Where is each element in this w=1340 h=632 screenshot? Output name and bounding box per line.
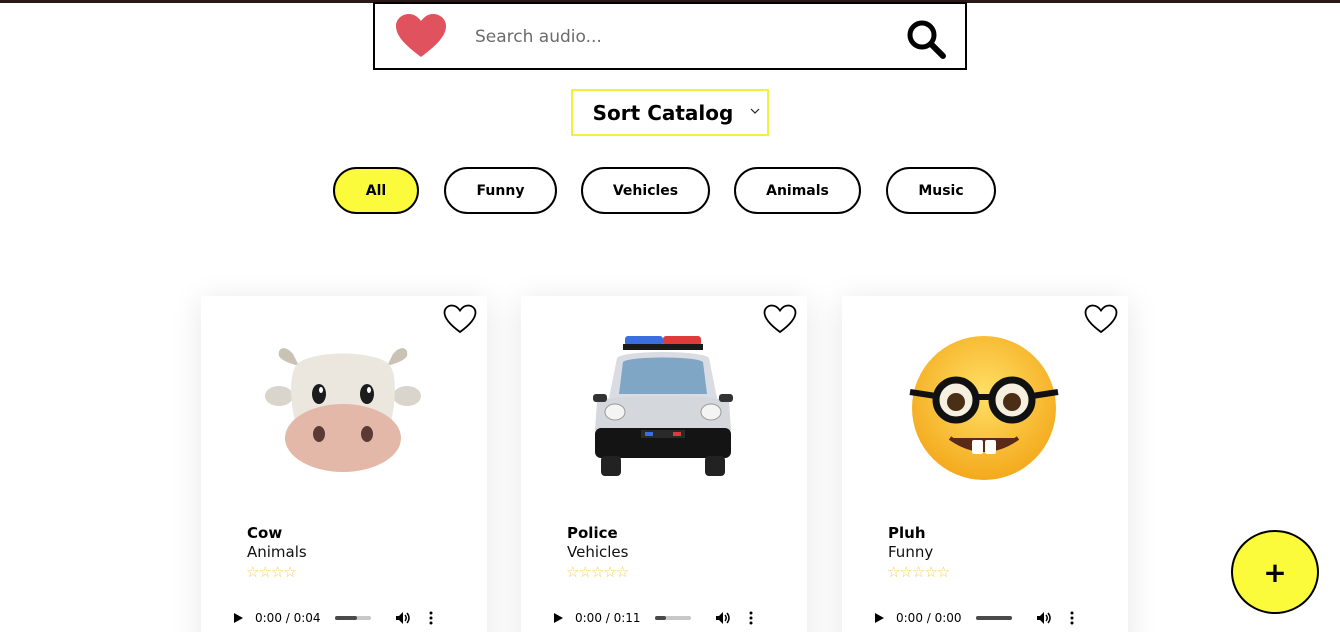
card-title: Pluh	[888, 524, 926, 542]
filter-all-label: All	[365, 182, 387, 199]
search-bar	[373, 2, 967, 70]
search-input[interactable]	[475, 22, 895, 52]
card-category: Vehicles	[567, 543, 629, 561]
filter-animals[interactable]: Animals	[734, 167, 861, 214]
nerd-face-emoji-icon	[909, 336, 1059, 480]
sort-catalog-label: Sort Catalog	[592, 100, 734, 125]
filter-animals-label: Animals	[766, 182, 829, 199]
sort-catalog-dropdown[interactable]: Sort Catalog	[571, 89, 769, 136]
audio-progress-slider[interactable]	[655, 616, 691, 620]
sound-card[interactable]: Police Vehicles ☆☆☆☆☆ 0:00 / 0:11	[521, 296, 807, 632]
more-options-icon[interactable]	[1070, 611, 1074, 625]
favorite-heart-icon[interactable]	[1084, 304, 1118, 334]
favorite-heart-icon[interactable]	[443, 304, 477, 334]
filter-all[interactable]: All	[333, 167, 419, 214]
card-category: Funny	[888, 543, 934, 561]
play-icon[interactable]	[872, 611, 886, 625]
audio-player: 0:00 / 0:11	[551, 608, 781, 628]
play-icon[interactable]	[231, 611, 245, 625]
favorite-heart-icon[interactable]	[763, 304, 797, 334]
audio-time: 0:00 / 0:04	[255, 611, 321, 625]
play-icon[interactable]	[551, 611, 565, 625]
filter-vehicles[interactable]: Vehicles	[581, 167, 710, 214]
chevron-down-icon	[750, 108, 760, 114]
sound-card[interactable]: Cow Animals ☆☆☆☆ 0:00 / 0:04	[201, 296, 487, 632]
more-options-icon[interactable]	[749, 611, 753, 625]
cow-emoji-icon	[265, 348, 421, 472]
volume-icon[interactable]	[1036, 610, 1052, 626]
star-rating[interactable]: ☆☆☆☆☆	[887, 563, 950, 581]
audio-player: 0:00 / 0:00	[872, 608, 1102, 628]
category-filters: All Funny Vehicles Animals Music	[0, 167, 1340, 214]
search-icon[interactable]	[905, 18, 947, 60]
filter-vehicles-label: Vehicles	[612, 182, 679, 199]
add-sound-button[interactable]: +	[1231, 530, 1319, 614]
volume-icon[interactable]	[715, 610, 731, 626]
card-title: Cow	[247, 524, 283, 542]
more-options-icon[interactable]	[429, 611, 433, 625]
star-rating[interactable]: ☆☆☆☆	[246, 563, 297, 581]
filter-funny-label: Funny	[476, 182, 525, 199]
volume-icon[interactable]	[395, 610, 411, 626]
card-category: Animals	[247, 543, 307, 561]
star-rating[interactable]: ☆☆☆☆☆	[566, 563, 629, 581]
audio-progress-slider[interactable]	[976, 616, 1012, 620]
audio-progress-fill	[655, 616, 666, 620]
audio-progress-slider[interactable]	[335, 616, 371, 620]
audio-time: 0:00 / 0:11	[575, 611, 641, 625]
audio-progress-fill	[335, 616, 357, 620]
filter-music[interactable]: Music	[886, 167, 996, 214]
card-title: Police	[567, 524, 618, 542]
plus-icon: +	[1263, 555, 1287, 589]
heart-icon[interactable]	[395, 13, 447, 59]
police-car-emoji-icon	[593, 336, 733, 476]
audio-time: 0:00 / 0:00	[896, 611, 962, 625]
filter-funny[interactable]: Funny	[444, 167, 557, 214]
audio-progress-fill	[976, 616, 1012, 620]
audio-player: 0:00 / 0:04	[231, 608, 461, 628]
sound-card[interactable]: Pluh Funny ☆☆☆☆☆ 0:00 / 0:00	[842, 296, 1128, 632]
filter-music-label: Music	[918, 182, 964, 199]
